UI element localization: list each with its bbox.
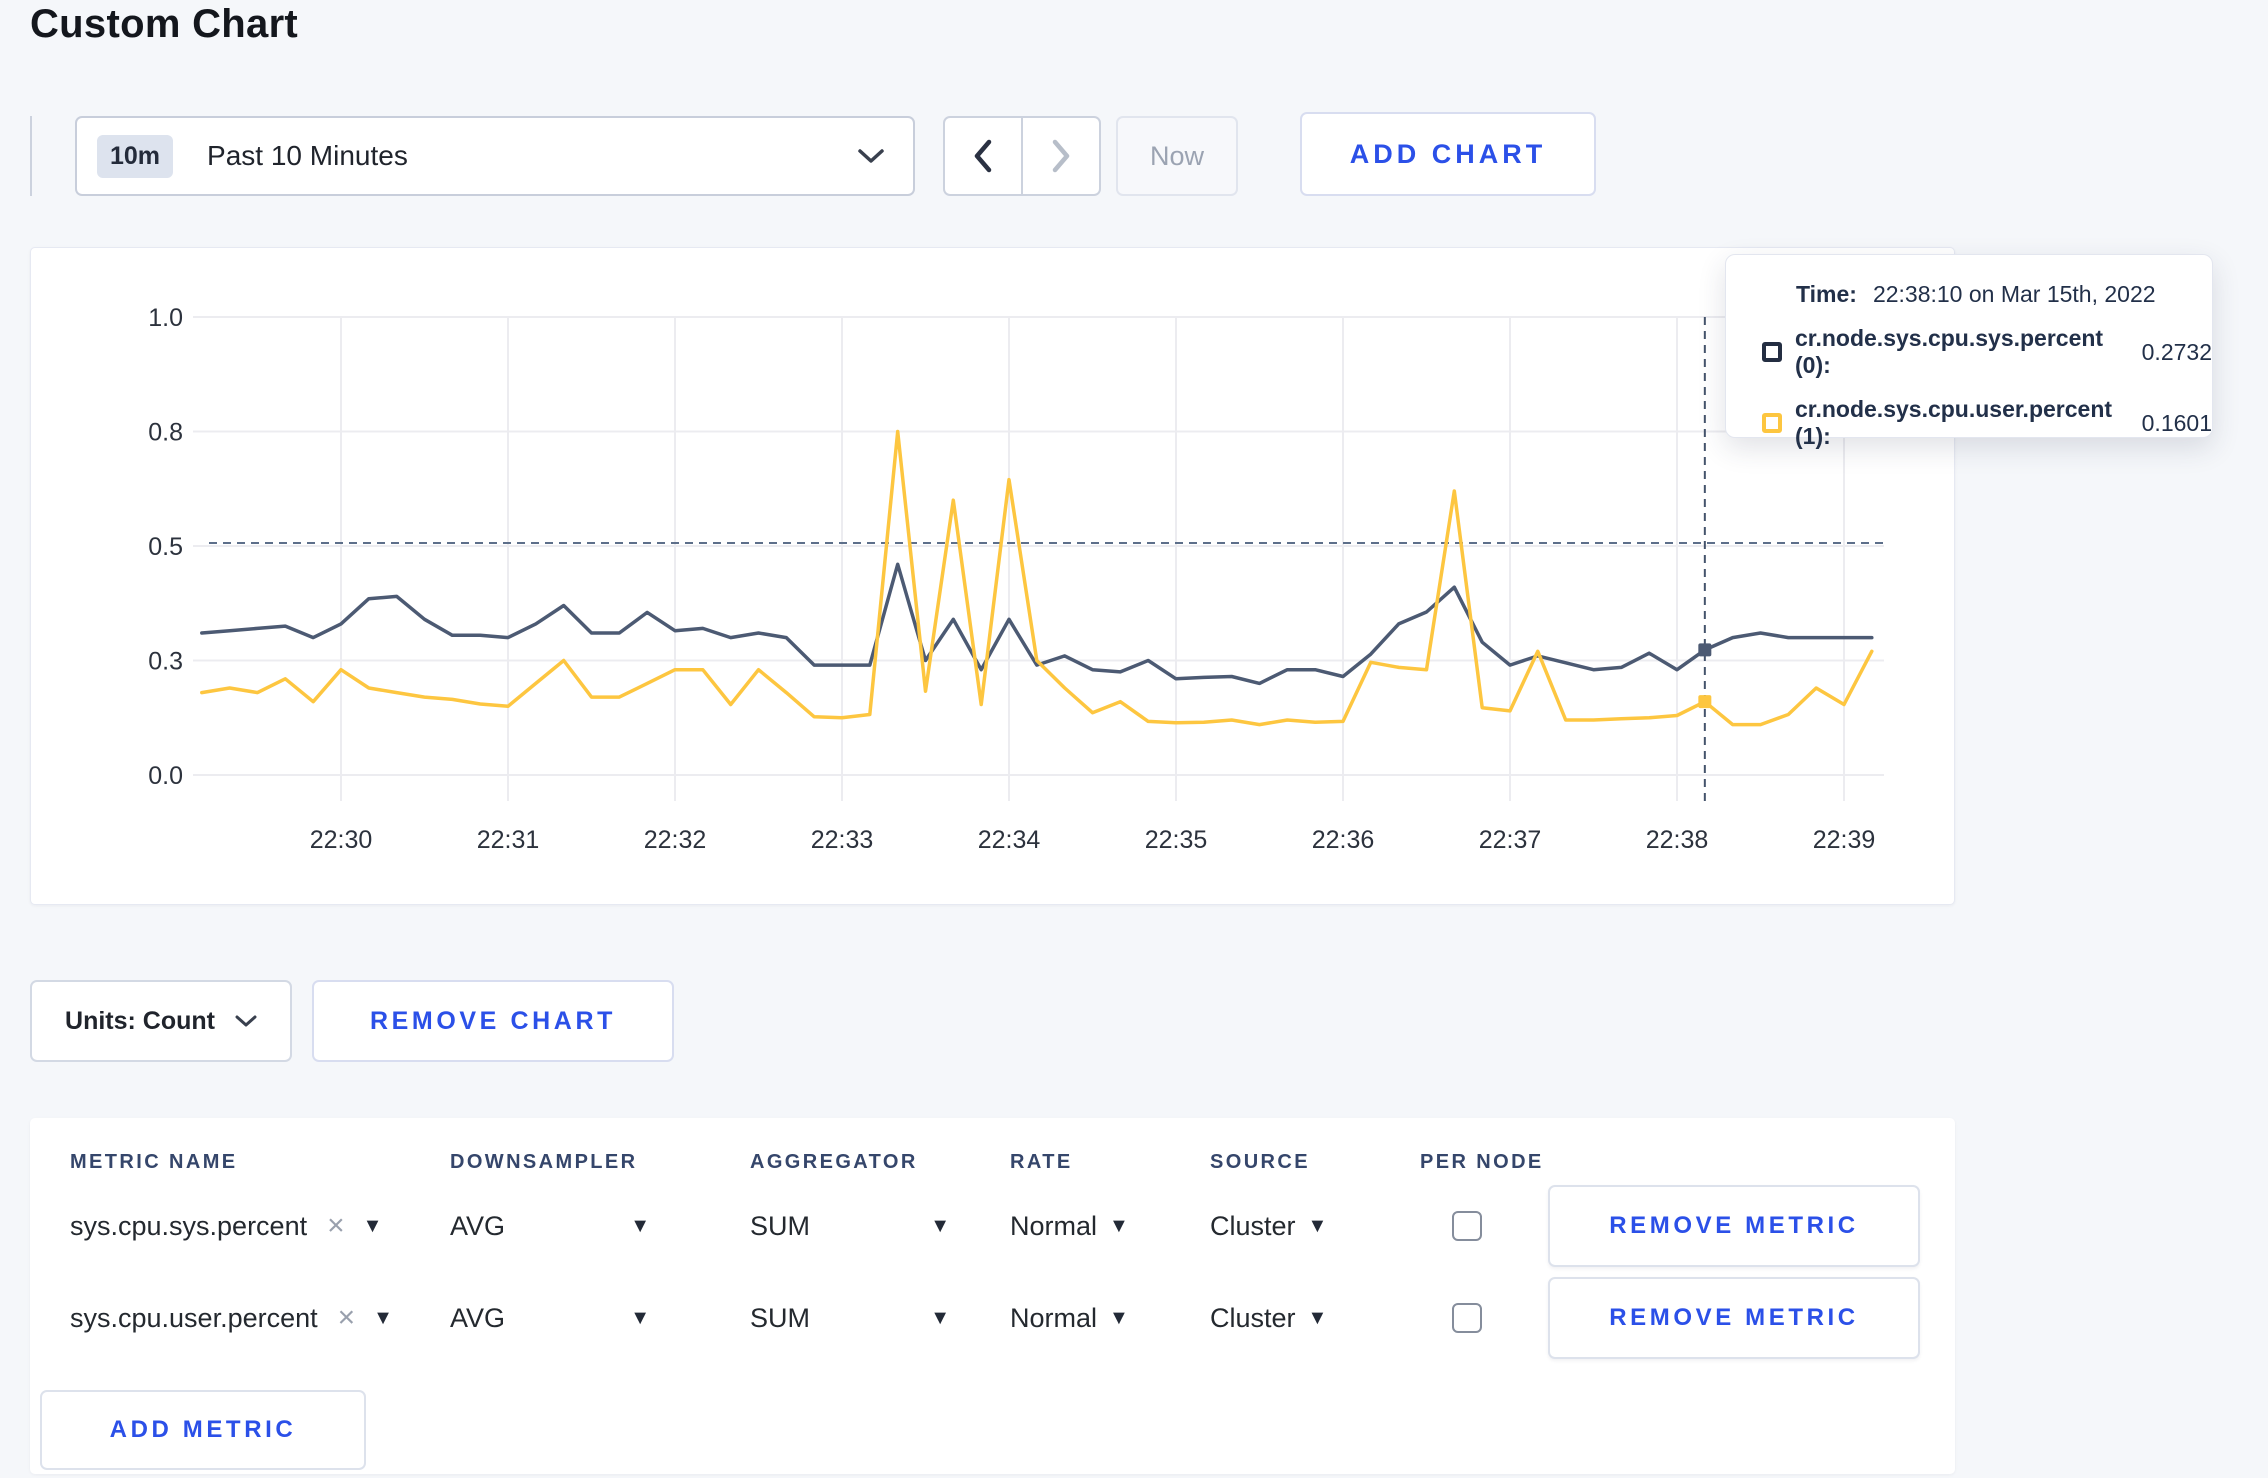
remove-chart-button[interactable]: REMOVE CHART <box>312 980 674 1062</box>
svg-text:22:34: 22:34 <box>978 826 1041 854</box>
svg-text:22:36: 22:36 <box>1312 826 1375 854</box>
toolbar-left-divider <box>30 116 32 196</box>
cpu-line-chart[interactable]: 0.0 0.3 0.5 0.8 1.0 22:30 22:31 22:32 22:33 22:34… <box>31 248 1956 906</box>
now-button[interactable]: Now <box>1116 116 1238 196</box>
svg-text:0.3: 0.3 <box>148 648 183 676</box>
metrics-table: METRIC NAME DOWNSAMPLER AGGREGATOR RATE … <box>30 1118 1955 1474</box>
chevron-left-icon <box>974 139 992 173</box>
tooltip-sys-label: cr.node.sys.cpu.sys.percent (0): <box>1795 325 2104 378</box>
tooltip-user-value: 0.1601 <box>2141 409 2212 436</box>
svg-text:22:37: 22:37 <box>1479 826 1542 854</box>
next-time-button[interactable] <box>1021 118 1099 194</box>
svg-text:22:33: 22:33 <box>811 826 874 854</box>
metric-name-label: sys.cpu.sys.percent <box>70 1210 308 1241</box>
chevron-down-icon <box>235 1015 257 1027</box>
custom-chart-page: Custom Chart 10m Past 10 Minutes Now ADD… <box>0 0 2268 1478</box>
chevron-right-icon <box>1052 139 1070 173</box>
chart-tooltip: Time: 22:38:10 on Mar 15th, 2022 cr.node… <box>1725 254 2213 449</box>
add-chart-button[interactable]: ADD CHART <box>1300 112 1596 196</box>
sys-series-swatch-icon <box>1762 342 1782 362</box>
time-pager <box>943 116 1101 196</box>
tooltip-sys-value: 0.2732 <box>2141 338 2212 365</box>
svg-text:0.0: 0.0 <box>148 762 183 790</box>
tooltip-user-label: cr.node.sys.cpu.user.percent (1): <box>1795 396 2113 449</box>
svg-text:1.0: 1.0 <box>148 304 183 332</box>
chart-card: 0.0 0.3 0.5 0.8 1.0 22:30 22:31 22:32 22:33 22:34… <box>30 247 2213 906</box>
time-range-label: Past 10 Minutes <box>207 140 408 171</box>
table-row: sys.cpu.user.percent × ▼ AVG ▼ SUM ▼ Nor… <box>30 1272 1955 1364</box>
per-node-checkbox[interactable] <box>1452 1303 1482 1333</box>
per-node-checkbox[interactable] <box>1452 1211 1482 1241</box>
tooltip-time-label: Time: <box>1796 281 1857 307</box>
svg-text:22:35: 22:35 <box>1145 826 1208 854</box>
downsampler-select[interactable]: AVG ▼ <box>450 1211 650 1242</box>
metric-select[interactable]: sys.cpu.sys.percent × ▼ <box>70 1211 450 1242</box>
caret-down-icon: ▼ <box>373 1307 393 1329</box>
aggregator-select[interactable]: SUM ▼ <box>750 1303 950 1334</box>
svg-text:22:32: 22:32 <box>644 826 707 854</box>
caret-down-icon: ▼ <box>1109 1307 1129 1329</box>
header-source: SOURCE <box>1210 1150 1310 1173</box>
user-series-swatch-icon <box>1762 413 1782 433</box>
downsampler-select[interactable]: AVG ▼ <box>450 1303 650 1334</box>
header-metric-name: METRIC NAME <box>70 1150 238 1173</box>
add-metric-button[interactable]: ADD METRIC <box>40 1390 366 1470</box>
header-per-node: PER NODE <box>1420 1150 1544 1173</box>
svg-text:22:31: 22:31 <box>477 826 540 854</box>
caret-down-icon: ▼ <box>630 1215 650 1237</box>
aggregator-select[interactable]: SUM ▼ <box>750 1211 950 1242</box>
remove-metric-button[interactable]: REMOVE METRIC <box>1548 1185 1920 1267</box>
source-select[interactable]: Cluster ▼ <box>1210 1303 1420 1334</box>
metric-select[interactable]: sys.cpu.user.percent × ▼ <box>70 1303 450 1334</box>
caret-down-icon: ▼ <box>1307 1215 1328 1237</box>
metric-name-label: sys.cpu.user.percent <box>70 1302 318 1333</box>
svg-text:22:30: 22:30 <box>310 826 373 854</box>
caret-down-icon: ▼ <box>930 1215 950 1237</box>
caret-down-icon: ▼ <box>1109 1215 1129 1237</box>
time-range-select[interactable]: 10m Past 10 Minutes <box>75 116 915 196</box>
svg-text:22:39: 22:39 <box>1813 826 1876 854</box>
header-aggregator: AGGREGATOR <box>750 1150 918 1173</box>
tooltip-time-value: 22:38:10 on Mar 15th, 2022 <box>1872 281 2156 307</box>
page-title: Custom Chart <box>30 2 299 46</box>
remove-metric-button[interactable]: REMOVE METRIC <box>1548 1277 1920 1359</box>
svg-text:22:38: 22:38 <box>1646 826 1709 854</box>
rate-select[interactable]: Normal ▼ <box>1010 1211 1210 1242</box>
chevron-down-icon <box>858 149 884 163</box>
caret-down-icon: ▼ <box>930 1307 950 1329</box>
caret-down-icon: ▼ <box>630 1307 650 1329</box>
svg-text:0.8: 0.8 <box>148 419 183 447</box>
header-rate: RATE <box>1010 1150 1073 1173</box>
caret-down-icon: ▼ <box>1307 1307 1328 1329</box>
source-select[interactable]: Cluster ▼ <box>1210 1211 1420 1242</box>
clear-icon[interactable]: × <box>338 1303 356 1333</box>
table-row: sys.cpu.sys.percent × ▼ AVG ▼ SUM ▼ Norm… <box>30 1180 1955 1272</box>
rate-select[interactable]: Normal ▼ <box>1010 1303 1210 1334</box>
svg-text:0.5: 0.5 <box>148 533 183 561</box>
header-downsampler: DOWNSAMPLER <box>450 1150 638 1173</box>
units-label: Units: Count <box>65 1006 215 1035</box>
units-select[interactable]: Units: Count <box>30 980 292 1062</box>
prev-time-button[interactable] <box>945 118 1021 194</box>
clear-icon[interactable]: × <box>327 1211 345 1241</box>
time-range-badge: 10m <box>97 134 174 178</box>
caret-down-icon: ▼ <box>362 1215 383 1237</box>
metrics-table-header: METRIC NAME DOWNSAMPLER AGGREGATOR RATE … <box>30 1118 1955 1180</box>
